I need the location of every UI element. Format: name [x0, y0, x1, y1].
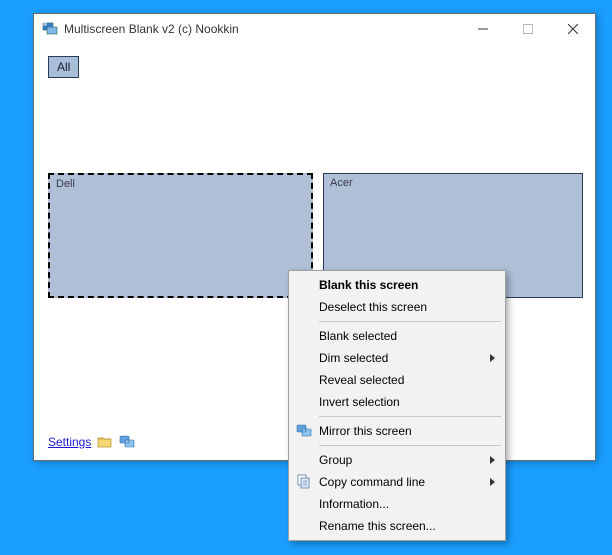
- menu-reveal-selected[interactable]: Reveal selected: [291, 369, 503, 391]
- minimize-button[interactable]: [460, 14, 505, 44]
- window-buttons: [460, 14, 595, 44]
- window-title: Multiscreen Blank v2 (c) Nookkin: [64, 22, 460, 36]
- close-button[interactable]: [550, 14, 595, 44]
- menu-rename-this-screen[interactable]: Rename this screen...: [291, 515, 503, 537]
- folder-icon[interactable]: [97, 434, 113, 450]
- menu-group[interactable]: Group: [291, 449, 503, 471]
- bottom-bar: Settings: [48, 434, 135, 450]
- menu-dim-selected[interactable]: Dim selected: [291, 347, 503, 369]
- menu-deselect-this-screen[interactable]: Deselect this screen: [291, 296, 503, 318]
- menu-separator: [319, 321, 501, 322]
- menu-mirror-this-screen[interactable]: Mirror this screen: [291, 420, 503, 442]
- monitor-label: Acer: [330, 177, 353, 189]
- submenu-arrow-icon: [490, 456, 495, 464]
- copy-icon: [296, 474, 312, 490]
- submenu-arrow-icon: [490, 354, 495, 362]
- monitor-dell[interactable]: Dell: [48, 173, 313, 298]
- menu-copy-command-line[interactable]: Copy command line: [291, 471, 503, 493]
- all-button[interactable]: All: [48, 56, 79, 78]
- menu-separator: [319, 445, 501, 446]
- titlebar: Multiscreen Blank v2 (c) Nookkin: [34, 14, 595, 44]
- menu-blank-selected[interactable]: Blank selected: [291, 325, 503, 347]
- maximize-button[interactable]: [505, 14, 550, 44]
- menu-invert-selection[interactable]: Invert selection: [291, 391, 503, 413]
- menu-information[interactable]: Information...: [291, 493, 503, 515]
- settings-link[interactable]: Settings: [48, 435, 91, 449]
- menu-separator: [319, 416, 501, 417]
- monitor-label: Dell: [56, 178, 75, 190]
- menu-blank-this-screen[interactable]: Blank this screen: [291, 274, 503, 296]
- mirror-icon: [296, 423, 312, 439]
- submenu-arrow-icon: [490, 478, 495, 486]
- context-menu: Blank this screen Deselect this screen B…: [288, 270, 506, 541]
- app-icon: [42, 21, 58, 37]
- monitors-icon[interactable]: [119, 434, 135, 450]
